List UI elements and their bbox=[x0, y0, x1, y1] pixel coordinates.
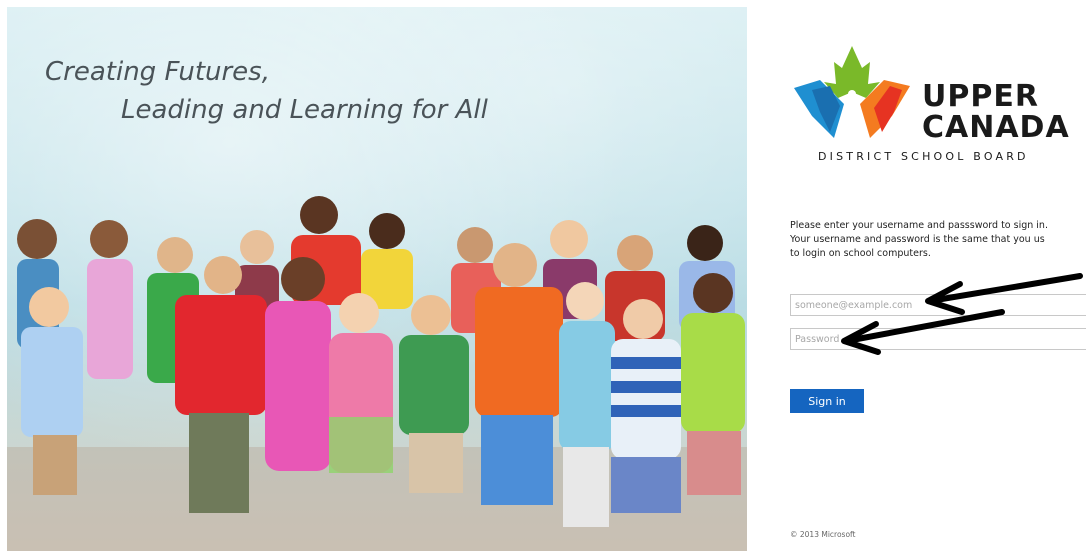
instructions-line: Please enter your username and passsword… bbox=[790, 220, 1048, 231]
copyright-footer: © 2013 Microsoft bbox=[790, 530, 856, 539]
maple-leaf-book-icon bbox=[794, 46, 910, 138]
instructions-line: to login on school computers. bbox=[790, 248, 931, 259]
username-input[interactable] bbox=[790, 294, 1086, 316]
district-logo: UPPER CANADA DISTRICT SCHOOL BOARD bbox=[790, 40, 1069, 170]
password-input[interactable] bbox=[790, 328, 1086, 350]
children-group-photo bbox=[7, 196, 747, 551]
logo-word-upper: UPPER bbox=[922, 79, 1039, 114]
instructions-line: Your username and password is the same t… bbox=[790, 234, 1045, 245]
login-instructions: Please enter your username and passsword… bbox=[790, 219, 1086, 261]
logo-subtitle: DISTRICT SCHOOL BOARD bbox=[818, 150, 1029, 163]
sign-in-button[interactable]: Sign in bbox=[790, 389, 864, 413]
logo-word-canada: CANADA bbox=[922, 110, 1070, 145]
hero-image: Creating Futures, Leading and Learning f… bbox=[7, 7, 747, 551]
